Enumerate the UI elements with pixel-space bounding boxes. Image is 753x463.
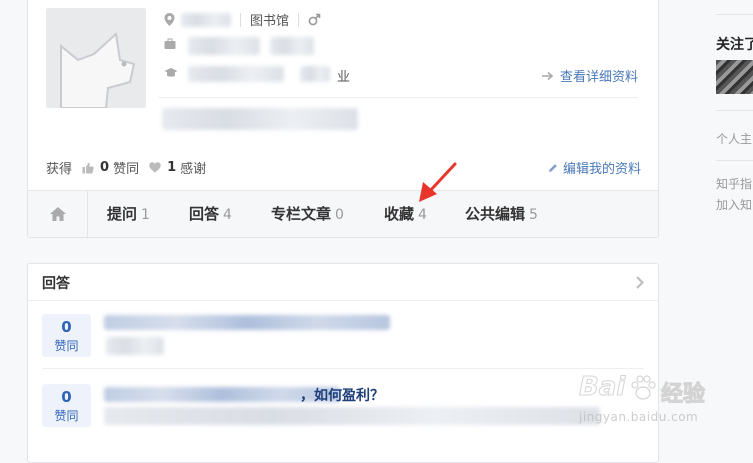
sidebar-mid-divider bbox=[716, 110, 753, 111]
sidebar-zhihu-line1[interactable]: 知乎指 bbox=[716, 175, 752, 192]
sidebar-low-divider bbox=[716, 160, 753, 161]
tab-collections-count: 4 bbox=[418, 207, 427, 223]
home-icon bbox=[49, 206, 67, 222]
redacted-major bbox=[300, 66, 330, 82]
thanks-label: 感谢 bbox=[180, 162, 207, 177]
profile-major-suffix: 业 bbox=[337, 70, 351, 85]
chevron-right-icon[interactable] bbox=[636, 276, 644, 289]
thumbs-up-icon bbox=[82, 162, 94, 174]
tab-collections-label: 收藏 bbox=[384, 205, 415, 223]
view-details-link[interactable]: 查看详细资料 bbox=[542, 66, 638, 85]
tab-public-edits[interactable]: 公共编辑 5 bbox=[465, 191, 538, 237]
profile-location-row: 图书馆 bbox=[164, 10, 321, 29]
sidebar-following-title[interactable]: 关注了 bbox=[716, 34, 753, 54]
redacted-answer-excerpt bbox=[106, 337, 164, 355]
male-icon bbox=[308, 13, 321, 26]
default-avatar-icon bbox=[60, 32, 136, 109]
baidu-watermark: Bai 经验 jingyan.baidu.com bbox=[573, 366, 723, 428]
vote-button[interactable]: 0 赞同 bbox=[42, 384, 91, 427]
answer-divider bbox=[42, 368, 644, 369]
edit-profile-link[interactable]: 编辑我的资料 bbox=[548, 158, 641, 177]
tab-questions[interactable]: 提问 1 bbox=[107, 191, 150, 237]
vote-label: 赞同 bbox=[54, 409, 79, 423]
tab-articles-count: 0 bbox=[335, 207, 344, 223]
profile-stats-row: 获得 0 赞同 1 感谢 bbox=[46, 158, 206, 177]
profile-divider bbox=[158, 97, 638, 98]
redacted-position bbox=[270, 37, 314, 55]
agree-label: 赞同 bbox=[113, 162, 140, 177]
sidebar-top-divider bbox=[716, 14, 753, 15]
redacted-answer-excerpt bbox=[104, 407, 600, 425]
vote-count: 0 bbox=[61, 388, 72, 406]
answers-header[interactable]: 回答 bbox=[28, 264, 658, 301]
tab-public-edits-count: 5 bbox=[529, 207, 538, 223]
vote-label: 赞同 bbox=[54, 339, 79, 353]
pencil-icon bbox=[548, 163, 558, 173]
tab-questions-count: 1 bbox=[141, 207, 150, 223]
tab-public-edits-label: 公共编辑 bbox=[465, 205, 526, 223]
stats-label: 获得 bbox=[46, 162, 73, 177]
annotation-arrow-icon bbox=[419, 162, 457, 202]
profile-education-row bbox=[164, 67, 178, 79]
tab-questions-label: 提问 bbox=[107, 205, 138, 223]
redacted-business bbox=[188, 37, 260, 55]
location-pin-icon bbox=[164, 13, 175, 26]
arrow-right-icon bbox=[542, 71, 554, 81]
watermark-url: jingyan.baidu.com bbox=[579, 410, 699, 424]
avatar[interactable] bbox=[46, 8, 146, 109]
sidebar-personal-home-link[interactable]: 个人主 bbox=[716, 130, 752, 147]
tab-answers[interactable]: 回答 4 bbox=[189, 191, 232, 237]
watermark-brand: Bai bbox=[578, 372, 626, 403]
redacted-location bbox=[181, 12, 231, 27]
edit-profile-label: 编辑我的资料 bbox=[563, 162, 642, 177]
vote-button[interactable]: 0 赞同 bbox=[42, 314, 91, 357]
vote-count: 0 bbox=[61, 318, 72, 336]
thanks-count: 1 bbox=[167, 160, 177, 175]
profile-business-row bbox=[164, 38, 176, 50]
tab-answers-count: 4 bbox=[223, 207, 232, 223]
answer-title-tail[interactable]: ，如何盈利？ bbox=[300, 385, 384, 405]
agree-count: 0 bbox=[100, 160, 110, 175]
briefcase-icon bbox=[164, 38, 176, 50]
redacted-bio bbox=[162, 108, 358, 130]
redacted-school bbox=[188, 66, 284, 82]
sidebar-zhihu-line2: 加入知 bbox=[716, 198, 753, 212]
tab-articles-label: 专栏文章 bbox=[271, 205, 332, 223]
sidebar-followee-avatar[interactable] bbox=[716, 60, 753, 94]
view-details-label: 查看详细资料 bbox=[560, 70, 639, 85]
redacted-answer-title[interactable] bbox=[104, 315, 390, 330]
paw-icon bbox=[629, 374, 657, 402]
tab-answers-label: 回答 bbox=[189, 205, 220, 223]
watermark-brand2: 经验 bbox=[660, 382, 706, 408]
tab-home[interactable] bbox=[28, 191, 88, 237]
answers-title: 回答 bbox=[42, 276, 70, 292]
tab-articles[interactable]: 专栏文章 0 bbox=[271, 191, 344, 237]
graduation-cap-icon bbox=[164, 67, 178, 79]
heart-icon bbox=[149, 162, 161, 173]
profile-workplace: 图书馆 bbox=[250, 14, 290, 29]
